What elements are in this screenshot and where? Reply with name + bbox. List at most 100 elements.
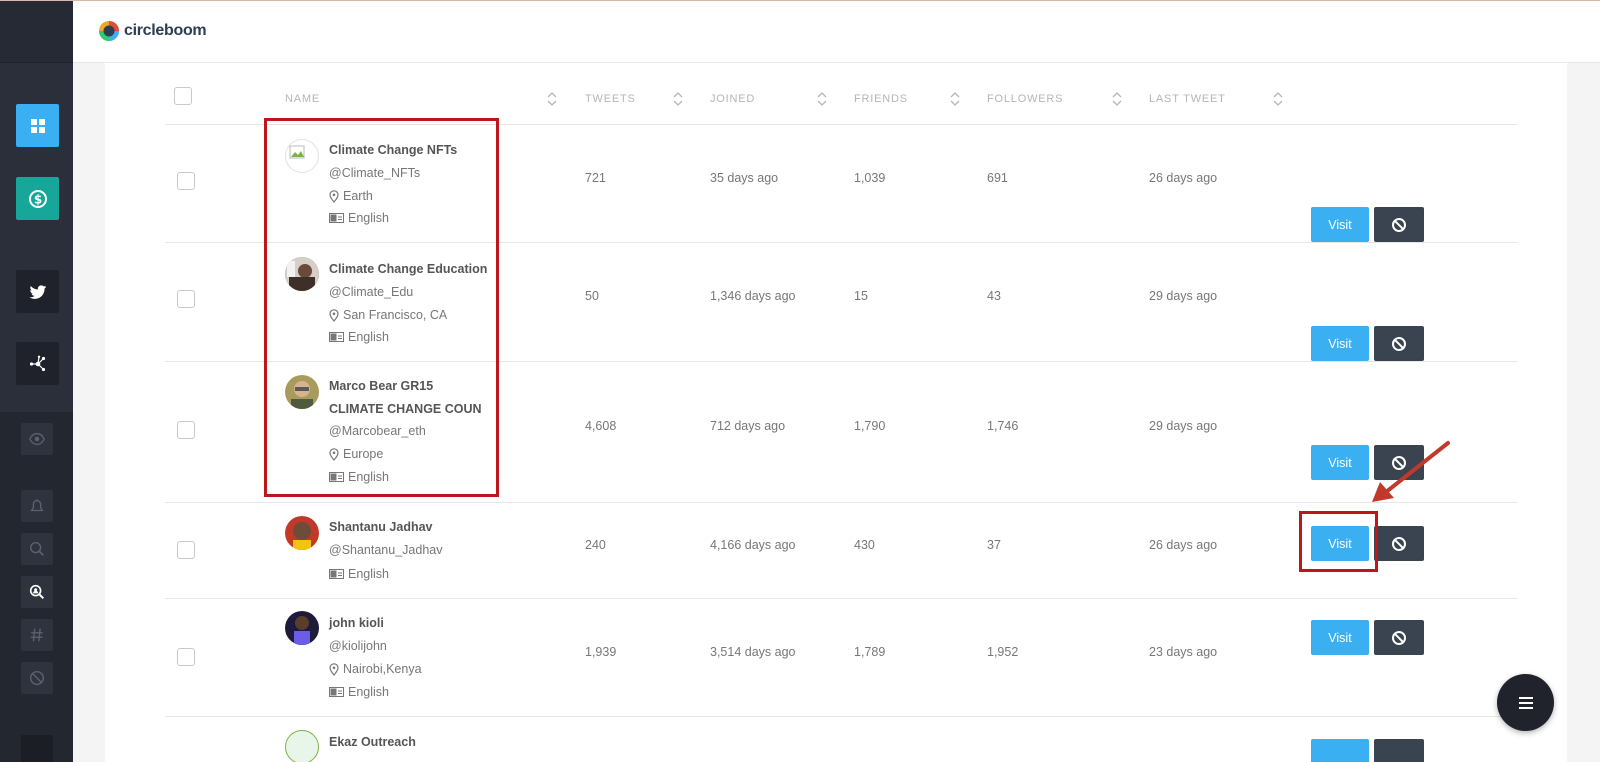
network-icon (29, 355, 45, 371)
select-all-checkbox[interactable] (174, 87, 192, 105)
column-header-friends[interactable]: FRIENDS (854, 93, 908, 105)
sidebar-item-more[interactable] (21, 735, 53, 762)
avatar[interactable] (285, 611, 319, 645)
sidebar-item-block[interactable] (21, 662, 53, 694)
tweets-count: 721 (585, 171, 606, 185)
dollar-circle-icon: $ (28, 189, 47, 208)
user-handle: @Shantanu_Jadhav (329, 543, 443, 557)
block-button[interactable] (1374, 739, 1424, 762)
tweets-count: 1,939 (585, 645, 617, 659)
sidebar: $ (0, 0, 73, 762)
sort-icon[interactable] (817, 92, 827, 106)
user-language: English (329, 685, 389, 699)
language-icon (329, 569, 344, 579)
visit-button[interactable]: Visit (1311, 445, 1369, 480)
joined-value: 35 days ago (710, 171, 779, 185)
block-icon (1392, 336, 1406, 351)
followers-count: 691 (987, 171, 1008, 185)
friends-count: 430 (854, 538, 875, 552)
block-icon (29, 670, 45, 686)
avatar[interactable] (285, 516, 319, 550)
last-tweet-value: 29 days ago (1149, 289, 1218, 303)
scrollbar-track[interactable] (1567, 63, 1600, 762)
table-row: john kioli @kiolijohn Nairobi,Kenya Engl… (165, 599, 1517, 717)
joined-value: 3,514 days ago (710, 645, 796, 659)
location-pin-icon (329, 662, 339, 676)
column-header-last-tweet[interactable]: LAST TWEET (1149, 93, 1226, 105)
sidebar-item-twitter[interactable] (16, 270, 59, 313)
visit-button[interactable]: Visit (1311, 620, 1369, 655)
table-row: Ekaz Outreach (165, 717, 1517, 762)
sidebar-item-hashtag[interactable] (21, 619, 53, 651)
user-language-text: English (348, 567, 389, 581)
user-name[interactable]: john kioli (329, 616, 384, 630)
friends-count: 15 (854, 289, 868, 303)
user-language-text: English (348, 685, 389, 699)
twitter-icon (29, 284, 46, 299)
svg-text:$: $ (33, 192, 41, 206)
sort-icon[interactable] (673, 92, 683, 106)
column-header-followers[interactable]: FOLLOWERS (987, 93, 1063, 105)
circleboom-logo-icon (99, 21, 119, 41)
joined-value: 4,166 days ago (710, 538, 796, 552)
sidebar-item-eye[interactable] (21, 423, 53, 455)
sidebar-item-billing[interactable]: $ (16, 177, 59, 220)
followers-count: 37 (987, 538, 1001, 552)
highlight-box-visit-button (1299, 511, 1378, 572)
eye-icon (29, 432, 45, 446)
user-language: English (329, 567, 389, 581)
column-header-tweets[interactable]: TWEETS (585, 93, 636, 105)
row-checkbox[interactable] (177, 290, 195, 308)
hashtag-icon (30, 628, 43, 642)
last-tweet-value: 26 days ago (1149, 538, 1218, 552)
followers-count: 1,746 (987, 419, 1019, 433)
block-button[interactable] (1374, 207, 1424, 242)
visit-button[interactable] (1311, 739, 1369, 762)
sort-icon[interactable] (1112, 92, 1122, 106)
friends-count: 1,790 (854, 419, 886, 433)
top-accent-line (0, 0, 1600, 1)
block-button[interactable] (1374, 326, 1424, 361)
block-button[interactable] (1374, 620, 1424, 655)
joined-value: 712 days ago (710, 419, 786, 433)
sidebar-item-search-user[interactable] (21, 576, 53, 608)
table-header: NAME TWEETS JOINED FRIENDS FOLLOWERS LAS… (165, 63, 1517, 125)
sidebar-item-search[interactable] (21, 533, 53, 565)
row-checkbox[interactable] (177, 421, 195, 439)
joined-value: 1,346 days ago (710, 289, 796, 303)
brand-name: circleboom (124, 22, 207, 39)
column-header-joined[interactable]: JOINED (710, 93, 755, 105)
user-handle: @kiolijohn (329, 639, 387, 653)
column-header-name[interactable]: NAME (285, 93, 320, 105)
sidebar-item-dashboard[interactable] (16, 104, 59, 147)
user-location-text: Nairobi,Kenya (343, 662, 422, 676)
tweets-count: 4,608 (585, 419, 617, 433)
user-name[interactable]: Shantanu Jadhav (329, 520, 433, 534)
avatar-image (285, 516, 319, 550)
followers-count: 1,952 (987, 645, 1019, 659)
sort-icon[interactable] (1273, 92, 1283, 106)
avatar-image (285, 611, 319, 645)
visit-button[interactable]: Visit (1311, 207, 1369, 242)
block-button[interactable] (1374, 526, 1424, 561)
sidebar-top (0, 0, 73, 63)
sort-icon[interactable] (950, 92, 960, 106)
followers-count: 43 (987, 289, 1001, 303)
sidebar-item-network[interactable] (16, 342, 59, 385)
block-icon (1392, 536, 1406, 551)
user-name[interactable]: Ekaz Outreach (329, 735, 416, 749)
search-icon (29, 541, 44, 556)
avatar[interactable] (285, 730, 319, 762)
tweets-count: 50 (585, 289, 599, 303)
row-checkbox[interactable] (177, 172, 195, 190)
row-checkbox[interactable] (177, 648, 195, 666)
top-header: circleboom (73, 1, 1600, 63)
brand-logo[interactable]: circleboom (97, 18, 207, 44)
sort-icon[interactable] (547, 92, 557, 106)
last-tweet-value: 23 days ago (1149, 645, 1218, 659)
search-user-icon (29, 584, 45, 600)
sidebar-item-bell[interactable] (21, 490, 53, 522)
visit-button[interactable]: Visit (1311, 326, 1369, 361)
row-checkbox[interactable] (177, 541, 195, 559)
menu-fab[interactable] (1497, 674, 1554, 731)
